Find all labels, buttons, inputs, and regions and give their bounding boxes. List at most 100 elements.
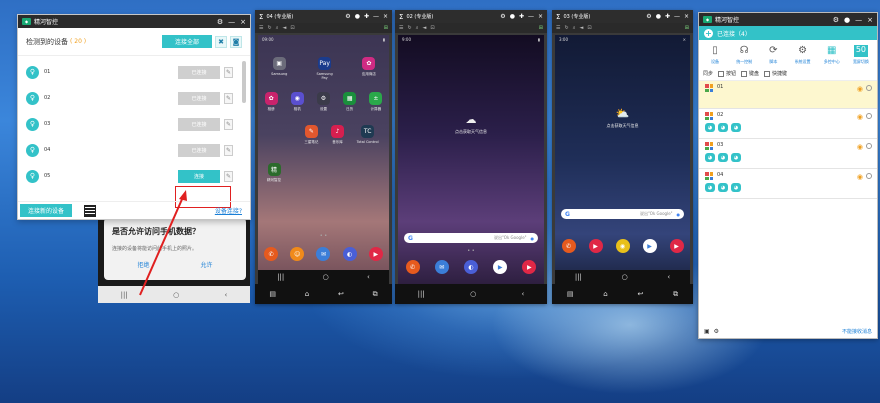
eye-icon[interactable]: ◉ bbox=[857, 113, 863, 121]
search-icon[interactable]: ⌕ bbox=[416, 25, 419, 31]
app-samsung-pay[interactable]: Pay Samsung Pay bbox=[314, 57, 336, 80]
menu-bar-icon[interactable]: ▤ bbox=[269, 290, 276, 298]
wrench-icon[interactable]: ✎ bbox=[224, 92, 233, 104]
app-total-control[interactable]: TC Total Control bbox=[357, 125, 379, 145]
status-circle-icon[interactable] bbox=[866, 85, 872, 91]
no-message-link[interactable]: 不能接收消息 bbox=[842, 328, 872, 335]
panel-device-row[interactable]: 02 ◉ ◕ ◕ ◕ bbox=[699, 109, 877, 139]
record-icon[interactable]: ● bbox=[510, 13, 515, 20]
wechat-icon[interactable]: ◕ bbox=[731, 153, 741, 162]
minimize-icon[interactable]: — bbox=[528, 13, 534, 20]
tool-system-settings[interactable]: ⚙ 系统设置 bbox=[791, 45, 815, 65]
wechat-icon[interactable]: ◕ bbox=[718, 183, 728, 192]
back-icon[interactable]: ‹ bbox=[522, 290, 525, 298]
device-list-scrollbar[interactable] bbox=[242, 61, 246, 103]
status-circle-icon[interactable] bbox=[866, 173, 872, 179]
device-connect-button[interactable]: 已连接 bbox=[178, 143, 220, 157]
home-icon[interactable]: ○ bbox=[622, 273, 628, 281]
home-icon[interactable]: ○ bbox=[173, 291, 179, 299]
wechat-icon[interactable]: ◕ bbox=[718, 153, 728, 162]
settings-icon[interactable]: ⚙ bbox=[345, 13, 350, 20]
app-notes[interactable]: ✎ 三星笔记 bbox=[304, 125, 318, 145]
eye-icon[interactable]: ◉ bbox=[857, 143, 863, 151]
connect-new-device-button[interactable]: 连接新的设备 bbox=[20, 204, 73, 217]
menu-icon[interactable]: ☰ bbox=[399, 25, 403, 31]
camera-icon[interactable]: ◙ bbox=[230, 35, 242, 48]
recent-icon[interactable]: ||| bbox=[418, 290, 425, 298]
record-icon[interactable]: ● bbox=[355, 13, 360, 20]
expand-icon[interactable]: ⊞ bbox=[384, 25, 388, 31]
dock-play[interactable]: ▶ bbox=[493, 260, 508, 274]
settings-icon[interactable]: ⚙ bbox=[833, 16, 839, 24]
rotate-icon[interactable]: ↻ bbox=[267, 25, 271, 31]
expand-icon[interactable]: ⊞ bbox=[539, 25, 543, 31]
sync-button-checkbox[interactable]: 按钮 bbox=[718, 70, 736, 77]
device-connect-button[interactable]: 已连接 bbox=[178, 91, 220, 105]
dock-contacts[interactable]: ☺ bbox=[290, 247, 305, 261]
back-icon[interactable]: ‹ bbox=[667, 273, 670, 281]
status-circle-icon[interactable] bbox=[866, 143, 872, 149]
search-icon[interactable]: ⌕ bbox=[573, 25, 576, 31]
copy-icon[interactable]: ⧉ bbox=[373, 290, 378, 299]
tools-icon[interactable]: ✖ bbox=[215, 35, 227, 48]
wrench-icon[interactable]: ✎ bbox=[224, 66, 233, 78]
plus-icon[interactable]: + bbox=[704, 28, 713, 38]
device-help-link[interactable]: 设备连接? bbox=[215, 206, 242, 215]
mic-icon[interactable]: ● bbox=[677, 212, 681, 217]
phone-screen[interactable]: 9:00 ▮ ☁ 点击获取天气信息 G 说出"Ok Google" ● • • … bbox=[398, 35, 544, 284]
minimize-icon[interactable]: — bbox=[373, 13, 379, 20]
dock-phone[interactable]: ✆ bbox=[561, 239, 576, 253]
copy-icon[interactable]: ⧉ bbox=[673, 290, 678, 299]
dock-video[interactable]: ▶ bbox=[368, 247, 383, 261]
dock-browser[interactable]: ◐ bbox=[342, 247, 357, 261]
tool-widescreen[interactable]: 50 宽屏切换 bbox=[849, 45, 873, 65]
weather-widget[interactable]: ⛅ 点击获取天气信息 bbox=[555, 107, 690, 129]
weather-widget[interactable]: ☁ 点击获取天气信息 bbox=[398, 113, 544, 135]
dock-youtube[interactable]: ▶ bbox=[669, 239, 684, 253]
wechat-icon[interactable]: ◕ bbox=[731, 183, 741, 192]
screen-icon[interactable]: ⊡ bbox=[290, 25, 294, 31]
dock-browser[interactable]: ◐ bbox=[463, 260, 478, 274]
tool-script[interactable]: ⟳ 脚本 bbox=[761, 45, 785, 65]
minimize-icon[interactable]: — bbox=[855, 16, 862, 24]
screen-icon[interactable]: ⊡ bbox=[430, 25, 434, 31]
app-camera[interactable]: ◉ 相机 bbox=[290, 92, 304, 112]
menu-bar-icon[interactable]: ▤ bbox=[567, 290, 574, 298]
app-settings[interactable]: ⚙ 设置 bbox=[316, 92, 330, 112]
eye-icon[interactable]: ◉ bbox=[857, 85, 863, 93]
back-icon[interactable]: ‹ bbox=[225, 291, 228, 299]
menu-icon[interactable]: ☰ bbox=[259, 25, 263, 31]
device-connect-button[interactable]: 已连接 bbox=[178, 117, 220, 131]
tool-unified-control[interactable]: ☊ 统一控制 bbox=[732, 45, 756, 65]
minimize-icon[interactable]: — bbox=[228, 18, 235, 26]
app-gallery[interactable]: ✿ 相册 bbox=[264, 92, 278, 112]
allow-button[interactable]: 允许 bbox=[200, 260, 212, 269]
tool-multi-control[interactable]: ▦ 多控中心 bbox=[820, 45, 844, 65]
wrench-icon[interactable]: ✎ bbox=[224, 144, 233, 156]
phone-screen[interactable]: 3:00 × ⛅ 点击获取天气信息 G 说出"Ok Google" ● ✆ ▶ … bbox=[555, 35, 690, 284]
panel-device-row[interactable]: 03 ◉ ◕ ◕ ◕ bbox=[699, 139, 877, 169]
minimize-icon[interactable]: — bbox=[674, 13, 680, 20]
home-icon[interactable]: ○ bbox=[323, 273, 329, 281]
google-search-bar[interactable]: G 说出"Ok Google" ● bbox=[404, 233, 538, 243]
app-calendar[interactable]: ▦ 日历 bbox=[343, 92, 357, 112]
device-connect-button[interactable]: 已连接 bbox=[178, 65, 220, 79]
deny-button[interactable]: 拒绝 bbox=[137, 260, 149, 269]
dock-messages[interactable]: ✉ bbox=[434, 260, 449, 274]
app-music[interactable]: ♪ 音乐库 bbox=[331, 125, 344, 145]
record-icon[interactable]: ● bbox=[656, 13, 661, 20]
device-connect-button[interactable]: 连接 bbox=[178, 169, 220, 183]
pin-icon[interactable]: ✚ bbox=[364, 13, 369, 20]
back-arrow-icon[interactable]: ↩ bbox=[338, 290, 344, 298]
phone-screen[interactable]: 09:00 ▮ ▣ Samsung Pay Samsung Pay ✿ 应用商店… bbox=[258, 35, 389, 284]
select-all-button[interactable]: 连接全部 bbox=[162, 35, 212, 48]
back-icon[interactable]: ‹ bbox=[367, 273, 370, 281]
wechat-icon[interactable]: ◕ bbox=[731, 123, 741, 132]
dock-phone[interactable]: ✆ bbox=[264, 247, 279, 261]
app-samsung[interactable]: ▣ Samsung bbox=[271, 57, 287, 80]
close-icon[interactable]: × bbox=[684, 13, 689, 20]
tool-device[interactable]: ▯ 设备 bbox=[703, 45, 727, 65]
home-outline-icon[interactable]: ⌂ bbox=[305, 290, 309, 298]
panel-device-row[interactable]: 01 ◉ bbox=[699, 81, 877, 109]
close-icon[interactable]: × bbox=[538, 13, 543, 20]
